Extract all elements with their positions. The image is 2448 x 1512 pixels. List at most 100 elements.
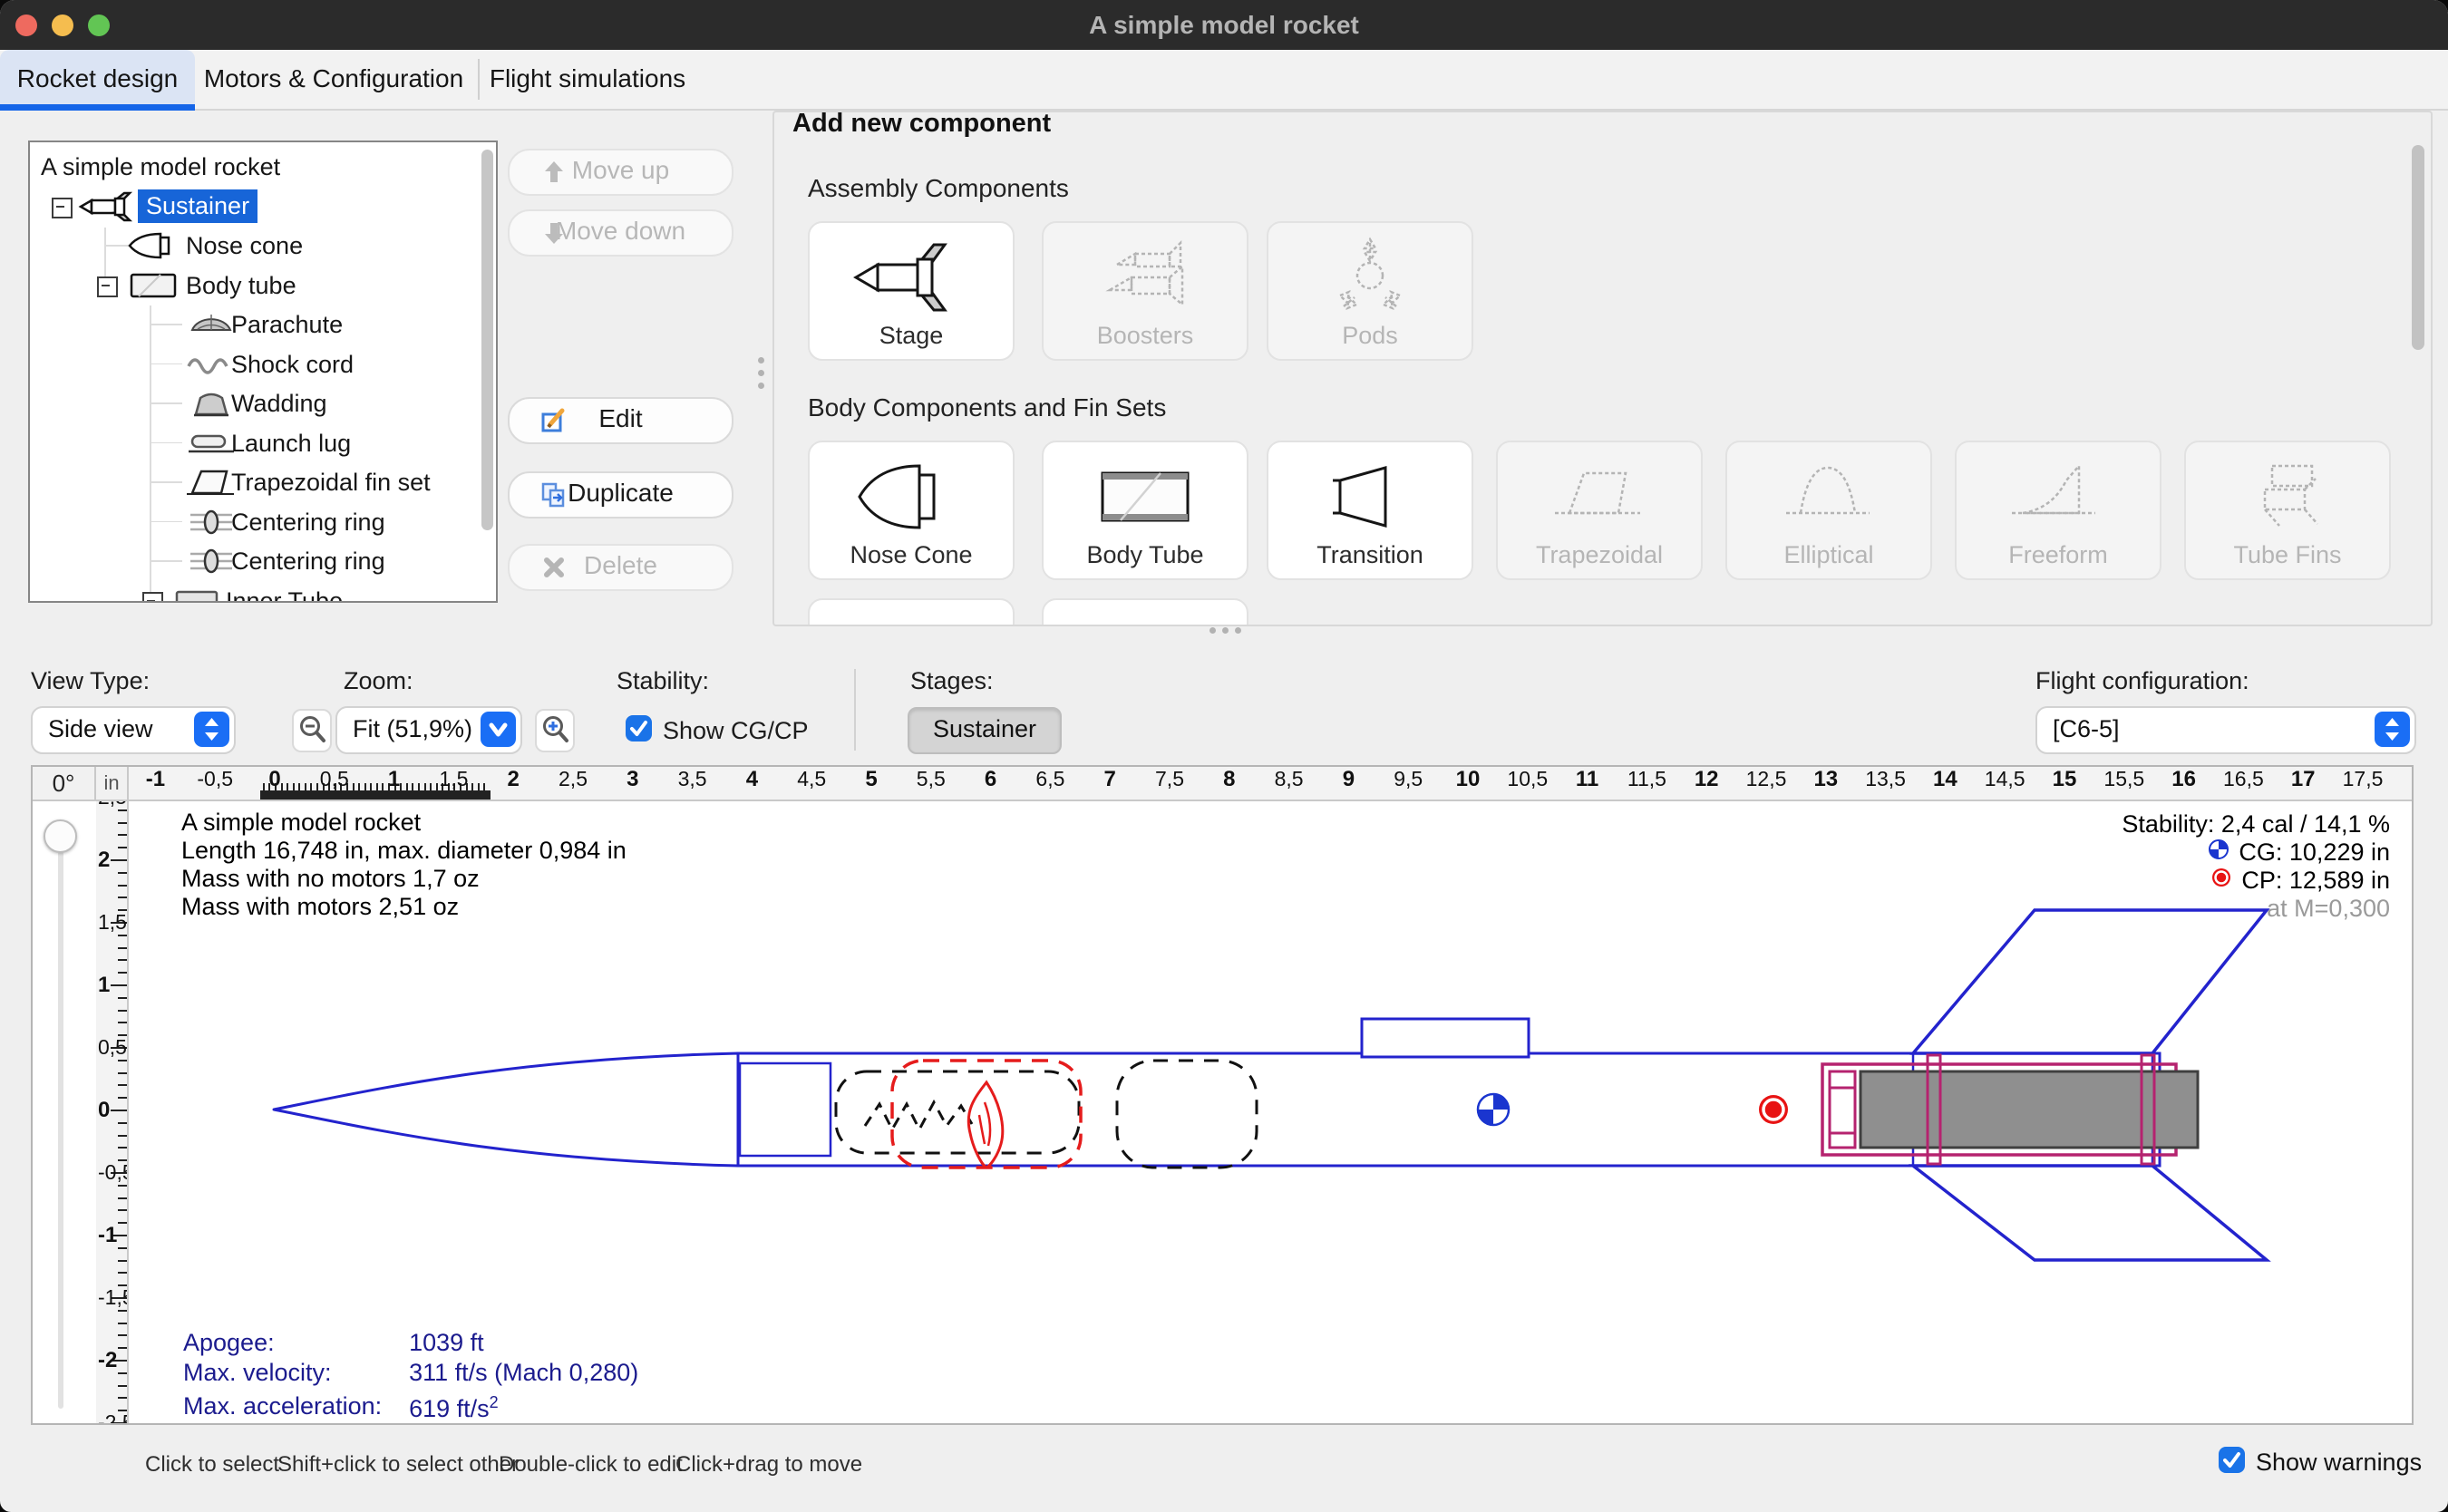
h-ruler-label: 6,5	[1035, 767, 1064, 791]
show-cgcp-checkbox[interactable]	[626, 715, 652, 741]
freeform-component-icon	[1990, 453, 2126, 540]
cg-value: CG: 10,229 in	[2239, 838, 2390, 867]
tree-item-label: Sustainer	[138, 189, 257, 223]
expander-minus-icon[interactable]	[142, 592, 163, 604]
zoom-select[interactable]: Fit (51,9%)	[335, 706, 522, 754]
body-components-label: Body Components and Fin Sets	[808, 393, 1166, 422]
tree-item-centering-ring[interactable]: Centering ring	[30, 541, 496, 581]
component-button-freeform[interactable]: Freeform	[1955, 441, 2161, 580]
window-title: A simple model rocket	[0, 0, 2448, 50]
tree-item-launch-lug[interactable]: Launch lug	[30, 423, 496, 463]
hint-click-to-select: Click to select	[145, 1452, 279, 1478]
duplicate-button[interactable]: Duplicate	[508, 471, 733, 519]
tree-item-label: Body tube	[186, 272, 296, 300]
delete-button[interactable]: Delete	[508, 544, 733, 591]
h-ruler-label: -1	[146, 767, 165, 792]
stability-label: Stability:	[617, 667, 709, 695]
move-down-button[interactable]: Move down	[508, 209, 733, 257]
component-button-transition[interactable]: Transition	[1267, 441, 1473, 580]
rotation-slider-track[interactable]	[58, 851, 63, 1409]
component-button-label: Trapezoidal	[1498, 541, 1701, 569]
fin-bottom	[1913, 1166, 2267, 1260]
expander-minus-icon[interactable]	[52, 198, 73, 218]
tab-flight-simulations[interactable]: Flight simulations	[482, 50, 693, 109]
tab-motors-configuration[interactable]: Motors & Configuration	[198, 50, 470, 109]
cp-legend-icon	[2210, 867, 2232, 895]
h-ruler-label: 7,5	[1155, 767, 1184, 791]
tree-item-centering-ring[interactable]: Centering ring	[30, 502, 496, 542]
flight-stats: Apogee: 1039 ft Max. velocity: 311 ft/s …	[181, 1327, 640, 1423]
tree-item-a-simple-model-rocket[interactable]: A simple model rocket	[30, 147, 496, 187]
tubefins-component-icon	[2220, 453, 2356, 540]
tree-item-trapezoidal-fin-set[interactable]: Trapezoidal fin set	[30, 462, 496, 502]
rotation-slider-thumb[interactable]	[44, 819, 77, 853]
component-button-elliptical[interactable]: Elliptical	[1725, 441, 1932, 580]
vertical-splitter-handle[interactable]	[758, 357, 765, 390]
h-ruler-label: 15,5	[2103, 767, 2144, 791]
tree-scrollbar[interactable]	[481, 150, 493, 530]
panel-scrollbar[interactable]	[2412, 145, 2424, 350]
nosecone-component-icon	[843, 453, 979, 540]
component-stub-2[interactable]	[1042, 598, 1248, 626]
h-ruler-label: 2,5	[559, 767, 588, 791]
move-down-label: Move down	[556, 217, 685, 245]
add-component-title: Add new component	[785, 111, 1058, 139]
h-ruler-label: 10,5	[1507, 767, 1548, 791]
h-ruler-label: 16	[2171, 767, 2196, 792]
move-up-button[interactable]: Move up	[508, 149, 733, 196]
view-type-select[interactable]: Side view	[31, 706, 236, 754]
component-button-trapezoidal[interactable]: Trapezoidal	[1496, 441, 1703, 580]
launch-lug-outline	[1362, 1019, 1529, 1057]
v-ruler-label: 0,5	[98, 1035, 127, 1060]
tree-item-sustainer[interactable]: Sustainer	[30, 187, 496, 227]
flight-configuration-select[interactable]: [C6-5]	[2035, 706, 2416, 754]
vertical-ruler: 2,521,510,50-0,5-1-1,5-2-2,5	[96, 801, 129, 1423]
move-up-label: Move up	[572, 156, 669, 184]
pods-component-icon	[1302, 234, 1438, 321]
h-ruler-label: 11	[1576, 767, 1598, 792]
length-diameter-line: Length 16,748 in, max. diameter 0,984 in	[181, 837, 627, 865]
component-stub-1[interactable]	[808, 598, 1015, 626]
component-button-pods[interactable]: Pods	[1267, 221, 1473, 361]
show-warnings-label: Show warnings	[2256, 1449, 2422, 1477]
bodytube-component-icon	[1077, 453, 1213, 540]
component-button-stage[interactable]: Stage	[808, 221, 1015, 361]
component-button-label: Elliptical	[1727, 541, 1930, 569]
tree-item-nose-cone[interactable]: Nose cone	[30, 226, 496, 266]
chevron-down-icon	[481, 712, 516, 747]
motor-casing	[1860, 1071, 2198, 1148]
tab-bar: Rocket design Motors & Configuration Fli…	[0, 50, 2448, 111]
component-button-nose-cone[interactable]: Nose Cone	[808, 441, 1015, 580]
tree-item-parachute[interactable]: Parachute	[30, 305, 496, 344]
component-button-tube-fins[interactable]: Tube Fins	[2184, 441, 2391, 580]
h-ruler-label: 15	[2053, 767, 2077, 792]
tree-item-label: Nose cone	[186, 232, 303, 260]
h-ruler-label: 9	[1343, 767, 1355, 792]
stage-icon	[77, 190, 137, 223]
show-warnings-checkbox[interactable]	[2219, 1447, 2245, 1473]
zoom-in-button[interactable]	[535, 709, 575, 752]
component-button-label: Tube Fins	[2186, 541, 2389, 569]
edit-label: Edit	[598, 404, 642, 432]
v-ruler-label: -0,5	[98, 1160, 129, 1185]
arrow-down-icon	[540, 218, 568, 246]
edit-button[interactable]: Edit	[508, 397, 733, 444]
tree-item-wadding[interactable]: Wadding	[30, 383, 496, 423]
horizontal-splitter-handle[interactable]	[1209, 627, 1242, 635]
tree-item-inner-tube[interactable]: Inner Tube	[30, 581, 496, 604]
h-ruler-label: 3	[627, 767, 638, 792]
tree-item-body-tube[interactable]: Body tube	[30, 266, 496, 305]
rocket-drawing-area[interactable]: A simple model rocket Length 16,748 in, …	[129, 801, 2412, 1423]
expander-minus-icon[interactable]	[97, 276, 118, 297]
component-tree: A simple model rocketSustainer Nose cone B…	[28, 141, 498, 603]
stage-toggle-sustainer[interactable]: Sustainer	[908, 707, 1062, 754]
v-ruler-label: 2,5	[98, 801, 127, 809]
magnifier-minus-icon	[294, 711, 330, 751]
component-button-boosters[interactable]: Boosters	[1042, 221, 1248, 361]
tab-rocket-design[interactable]: Rocket design	[0, 50, 195, 109]
tree-item-label: Launch lug	[231, 430, 351, 458]
zoom-out-button[interactable]	[292, 709, 332, 752]
component-button-body-tube[interactable]: Body Tube	[1042, 441, 1248, 580]
tree-item-shock-cord[interactable]: Shock cord	[30, 344, 496, 384]
component-button-label: Stage	[810, 322, 1013, 350]
